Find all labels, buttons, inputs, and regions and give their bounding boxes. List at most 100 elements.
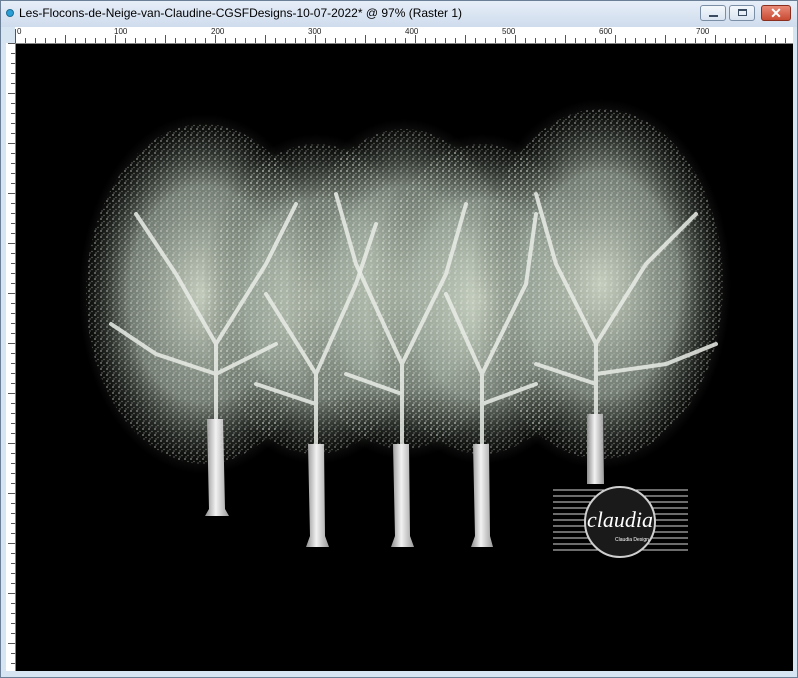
ruler-tick [405,38,406,43]
ruler-tick [11,253,15,254]
ruler-tick [8,643,15,644]
ruler-tick [305,38,306,43]
ruler-tick [11,323,15,324]
ruler-tick [25,38,26,43]
ruler-tick [11,123,15,124]
ruler-tick [145,38,146,43]
ruler-tick [475,38,476,43]
ruler-tick [8,343,15,344]
ruler-tick [55,38,56,43]
ruler-tick [11,153,15,154]
ruler-tick [8,443,15,444]
ruler-tick [11,403,15,404]
maximize-button[interactable] [729,5,755,21]
ruler-tick [735,38,736,43]
ruler-tick [11,53,15,54]
ruler-tick [11,533,15,534]
ruler-tick [325,38,326,43]
title-bar[interactable]: Les-Flocons-de-Neige-van-Claudine-CGSFDe… [1,1,797,27]
document-icon [6,9,14,17]
ruler-tick [455,38,456,43]
ruler-tick [295,38,296,43]
ruler-tick [8,493,15,494]
ruler-tick [485,38,486,43]
ruler-tick [8,393,15,394]
ruler-tick [11,273,15,274]
ruler-tick [11,483,15,484]
ruler-label: 100 [114,27,128,36]
ruler-tick [65,35,66,43]
ruler-tick [11,163,15,164]
ruler-tick [8,193,15,194]
close-button[interactable]: ✕ [761,5,791,21]
window-title: Les-Flocons-de-Neige-van-Claudine-CGSFDe… [19,6,463,20]
ruler-tick [105,38,106,43]
ruler-tick [675,38,676,43]
image-window: Les-Flocons-de-Neige-van-Claudine-CGSFDe… [0,0,798,678]
tree-artwork: claudia Claudia Design [79,99,731,558]
ruler-tick [655,38,656,43]
ruler-tick [555,38,556,43]
ruler-tick [125,38,126,43]
ruler-tick [8,43,15,44]
ruler-tick [8,93,15,94]
ruler-tick [725,38,726,43]
ruler-tick [335,38,336,43]
ruler-tick [11,283,15,284]
ruler-tick [465,35,466,43]
ruler-tick [715,35,716,43]
ruler-tick [8,593,15,594]
ruler-tick [625,38,626,43]
ruler-tick [775,38,776,43]
ruler-tick [11,233,15,234]
ruler-tick [545,38,546,43]
ruler-tick [605,38,606,43]
watermark-subtext: Claudia Design [615,537,649,543]
ruler-tick [665,35,666,43]
ruler-tick [95,38,96,43]
ruler-tick [505,38,506,43]
ruler-tick [8,543,15,544]
ruler-tick [205,38,206,43]
ruler-tick [765,35,766,43]
ruler-tick [11,513,15,514]
ruler-tick [11,613,15,614]
ruler-tick [595,38,596,43]
ruler-tick [85,38,86,43]
ruler-tick [285,38,286,43]
ruler-tick [635,38,636,43]
ruler-tick [345,38,346,43]
ruler-tick [425,38,426,43]
ruler-tick [435,38,436,43]
image-canvas[interactable]: claudia Claudia Design [16,44,793,671]
ruler-tick [535,38,536,43]
ruler-tick [11,373,15,374]
ruler-tick [11,413,15,414]
ruler-tick [255,38,256,43]
ruler-tick [11,453,15,454]
ruler-tick [705,38,706,43]
ruler-tick [495,38,496,43]
ruler-tick [395,38,396,43]
ruler-tick [11,503,15,504]
vertical-ruler[interactable] [6,43,16,671]
ruler-tick [11,303,15,304]
ruler-tick [11,423,15,424]
ruler-tick [315,35,316,43]
ruler-tick [11,133,15,134]
ruler-tick [165,35,166,43]
ruler-label: 700 [696,27,710,36]
ruler-tick [11,553,15,554]
ruler-tick [11,623,15,624]
horizontal-ruler[interactable]: 0 100 200 300 400 500 600 700 [15,27,793,44]
ruler-tick [11,333,15,334]
ruler-tick [11,83,15,84]
minimize-button[interactable] [700,5,726,21]
ruler-tick [375,38,376,43]
close-icon: ✕ [770,5,782,21]
ruler-tick [155,38,156,43]
ruler-tick [365,35,366,43]
ruler-tick [385,38,386,43]
ruler-tick [11,663,15,664]
ruler-tick [195,38,196,43]
